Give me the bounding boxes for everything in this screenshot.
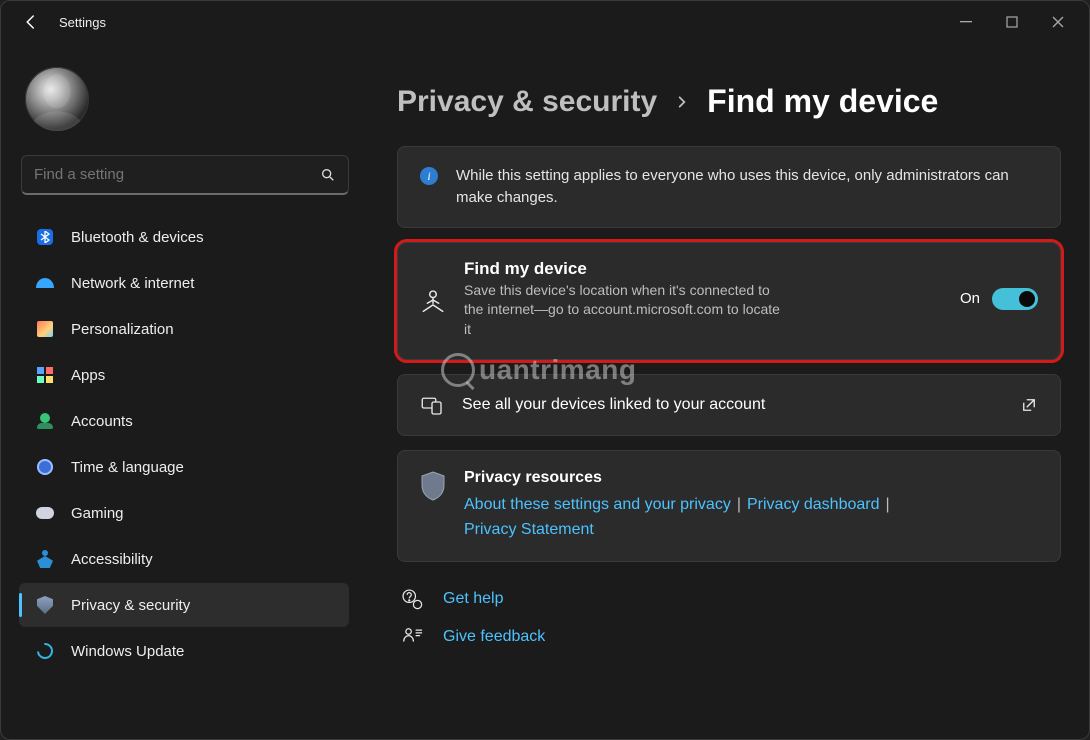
sidebar-item-windows-update[interactable]: Windows Update <box>19 629 349 673</box>
sidebar-item-accessibility[interactable]: Accessibility <box>19 537 349 581</box>
paintbrush-icon <box>35 319 55 339</box>
sidebar-item-label: Network & internet <box>71 275 194 292</box>
settings-window: Settings <box>0 0 1090 740</box>
sidebar-item-label: Personalization <box>71 321 174 338</box>
sidebar-item-apps[interactable]: Apps <box>19 353 349 397</box>
find-my-device-title: Find my device <box>464 259 942 279</box>
sidebar-item-label: Bluetooth & devices <box>71 229 204 246</box>
search-box[interactable] <box>21 155 349 195</box>
sidebar-item-label: Windows Update <box>71 643 184 660</box>
breadcrumb-current: Find my device <box>707 83 938 120</box>
user-profile[interactable] <box>19 61 355 155</box>
breadcrumb-parent[interactable]: Privacy & security <box>397 85 657 119</box>
get-help-link[interactable]: Get help <box>401 588 1061 610</box>
nav-list: Bluetooth & devices Network & internet P… <box>19 215 355 673</box>
footer-links: Get help Give feedback <box>397 588 1061 648</box>
sidebar-item-label: Gaming <box>71 505 124 522</box>
breadcrumb: Privacy & security Find my device <box>397 83 1061 120</box>
find-my-device-toggle[interactable] <box>992 288 1038 310</box>
sidebar-item-personalization[interactable]: Personalization <box>19 307 349 351</box>
bluetooth-icon <box>35 227 55 247</box>
search-input[interactable] <box>34 166 320 183</box>
toggle-state-label: On <box>960 290 980 307</box>
sidebar-item-time-language[interactable]: Time & language <box>19 445 349 489</box>
find-my-device-description: Save this device's location when it's co… <box>464 281 784 340</box>
help-icon <box>401 588 423 610</box>
linked-devices-label: See all your devices linked to your acco… <box>462 396 765 414</box>
sidebar-item-network-internet[interactable]: Network & internet <box>19 261 349 305</box>
sidebar-item-bluetooth-devices[interactable]: Bluetooth & devices <box>19 215 349 259</box>
main-content: Privacy & security Find my device i Whil… <box>361 43 1089 739</box>
give-feedback-link[interactable]: Give feedback <box>401 626 1061 648</box>
privacy-resources-title: Privacy resources <box>464 469 896 487</box>
info-icon: i <box>420 167 438 185</box>
get-help-label: Get help <box>443 590 503 608</box>
clock-globe-icon <box>35 457 55 477</box>
find-my-device-card: Find my device Save this device's locati… <box>397 242 1061 361</box>
shield-icon <box>35 595 55 615</box>
close-button[interactable] <box>1035 6 1081 38</box>
window-controls <box>943 6 1081 38</box>
info-banner: i While this setting applies to everyone… <box>397 146 1061 228</box>
person-icon <box>35 411 55 431</box>
app-title: Settings <box>59 15 106 30</box>
update-icon <box>35 641 55 661</box>
privacy-resources-links: About these settings and your privacy|Pr… <box>464 493 896 543</box>
privacy-link-statement[interactable]: Privacy Statement <box>464 521 594 538</box>
feedback-icon <box>401 626 423 648</box>
linked-devices-card[interactable]: See all your devices linked to your acco… <box>397 374 1061 436</box>
sidebar-item-label: Time & language <box>71 459 184 476</box>
minimize-button[interactable] <box>943 6 989 38</box>
devices-icon <box>420 393 444 417</box>
chevron-right-icon <box>675 95 689 109</box>
wifi-icon <box>35 273 55 293</box>
accessibility-icon <box>35 549 55 569</box>
maximize-button[interactable] <box>989 6 1035 38</box>
sidebar-item-privacy-security[interactable]: Privacy & security <box>19 583 349 627</box>
sidebar-item-label: Accounts <box>71 413 133 430</box>
back-button[interactable] <box>21 12 41 32</box>
gamepad-icon <box>35 503 55 523</box>
location-person-icon <box>420 287 446 313</box>
sidebar: Bluetooth & devices Network & internet P… <box>1 43 361 739</box>
shield-icon <box>420 471 446 501</box>
sidebar-item-label: Apps <box>71 367 105 384</box>
sidebar-item-gaming[interactable]: Gaming <box>19 491 349 535</box>
sidebar-item-accounts[interactable]: Accounts <box>19 399 349 443</box>
give-feedback-label: Give feedback <box>443 628 545 646</box>
avatar <box>25 67 89 131</box>
sidebar-item-label: Privacy & security <box>71 597 190 614</box>
privacy-resources-card: Privacy resources About these settings a… <box>397 450 1061 562</box>
open-external-icon <box>1020 396 1038 414</box>
privacy-link-about[interactable]: About these settings and your privacy <box>464 496 731 513</box>
search-icon <box>320 167 336 183</box>
info-banner-text: While this setting applies to everyone w… <box>456 165 1038 209</box>
apps-grid-icon <box>35 365 55 385</box>
privacy-link-dashboard[interactable]: Privacy dashboard <box>747 496 880 513</box>
sidebar-item-label: Accessibility <box>71 551 153 568</box>
titlebar: Settings <box>1 1 1089 43</box>
